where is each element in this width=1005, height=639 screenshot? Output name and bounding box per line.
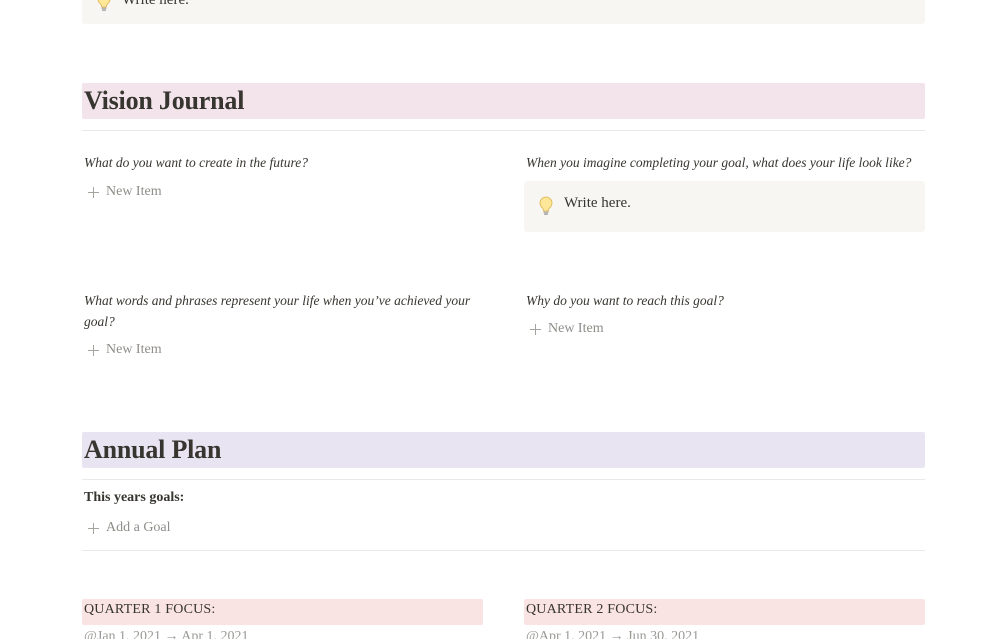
add-goal-button[interactable]: Add a Goal: [83, 518, 171, 538]
quarter-2-label: QUARTER 2 FOCUS:: [526, 602, 658, 617]
top-callout[interactable]: Write here.: [82, 0, 925, 24]
life-callout-text: Write here.: [564, 195, 631, 211]
vision-journal-header: Vision Journal: [82, 83, 925, 119]
quarter-1-focus-header: QUARTER 1 FOCUS:: [82, 599, 483, 625]
page: Write here. Vision Journal What do you w…: [0, 0, 1005, 639]
add-goal-label: Add a Goal: [106, 520, 171, 535]
new-item-button-why[interactable]: New Item: [525, 319, 604, 339]
annual-plan-header: Annual Plan: [82, 432, 925, 468]
divider: [82, 550, 925, 551]
top-callout-text: Write here.: [122, 0, 189, 8]
new-item-label: New Item: [106, 342, 162, 357]
plus-icon: [530, 323, 541, 335]
plus-icon: [88, 186, 99, 198]
life-callout[interactable]: Write here.: [524, 181, 925, 232]
lightbulb-icon: [96, 0, 112, 17]
annual-plan-title: Annual Plan: [84, 435, 222, 464]
question-why-goal: Why do you want to reach this goal?: [526, 293, 724, 308]
quarter-1-label: QUARTER 1 FOCUS:: [84, 602, 216, 617]
plus-icon: [88, 522, 99, 534]
divider: [82, 479, 925, 480]
quarter-1-date-range[interactable]: @Jan 1, 2021 → Apr 1, 2021: [84, 629, 249, 639]
new-item-label: New Item: [548, 321, 604, 336]
question-life-look: When you imagine completing your goal, w…: [526, 155, 912, 170]
divider: [82, 130, 925, 131]
quarter-2-date-range[interactable]: @Apr 1, 2021 → Jun 30, 2021: [526, 629, 699, 639]
new-item-button-words[interactable]: New Item: [83, 340, 162, 360]
lightbulb-icon: [538, 196, 554, 221]
quarter-2-focus-header: QUARTER 2 FOCUS:: [524, 599, 925, 625]
vision-journal-title: Vision Journal: [84, 86, 245, 115]
question-words-phrases: What words and phrases represent your li…: [84, 293, 471, 329]
goals-label: This years goals:: [84, 490, 185, 505]
new-item-button-future[interactable]: New Item: [83, 182, 162, 202]
question-future: What do you want to create in the future…: [84, 155, 308, 170]
plus-icon: [88, 344, 99, 356]
new-item-label: New Item: [106, 184, 162, 199]
